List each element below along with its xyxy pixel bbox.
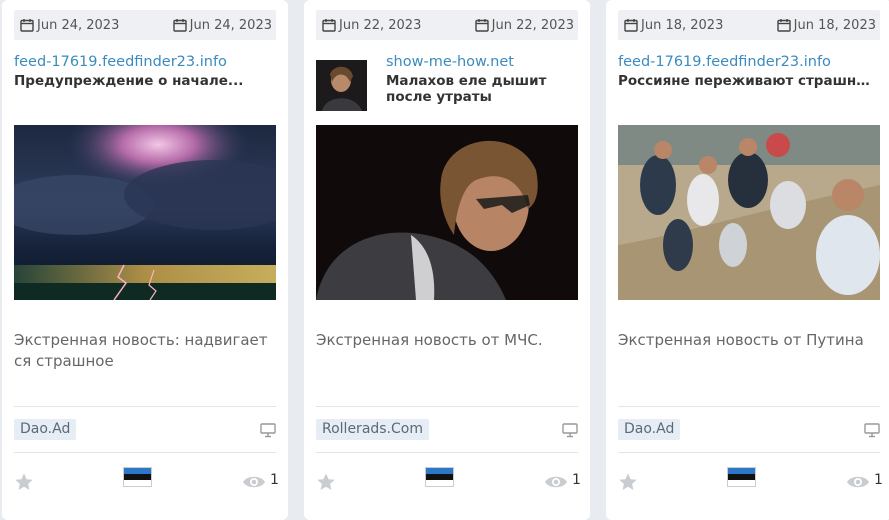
first-seen-date: Jun 18, 2023 xyxy=(624,18,723,33)
last-seen-date: Jun 22, 2023 xyxy=(474,18,574,33)
divider xyxy=(618,452,880,453)
monitor-icon xyxy=(864,423,880,438)
eye-icon xyxy=(847,476,869,488)
ad-description: Экстренная новость: надвигает ся страшно… xyxy=(14,331,268,370)
calendar-icon xyxy=(776,19,791,32)
ad-headline[interactable]: Малахов еле дышит после утраты xyxy=(386,73,566,105)
divider xyxy=(14,452,276,453)
calendar-icon xyxy=(624,19,638,32)
date-bar: Jun 18, 2023 Jun 18, 2023 xyxy=(618,10,880,40)
man-portrait-image[interactable] xyxy=(316,125,578,300)
ad-headline[interactable]: Предупреждение о начале... xyxy=(14,73,274,89)
ad-network-badge[interactable]: Rollerads.Com xyxy=(316,419,430,440)
ad-description: Экстренная новость от Путина xyxy=(618,331,864,349)
last-seen-date: Jun 18, 2023 xyxy=(776,18,876,33)
date-bar: Jun 22, 2023 Jun 22, 2023 xyxy=(316,10,578,40)
calendar-icon xyxy=(474,19,489,32)
storm-lightning-image[interactable] xyxy=(14,125,276,300)
ad-card[interactable]: Jun 22, 2023 Jun 22, 2023 show-me-how.ne… xyxy=(304,0,590,520)
source-link[interactable]: feed-17619.feedfinder23.info xyxy=(14,54,227,70)
estonia-flag-icon xyxy=(727,467,756,487)
star-icon[interactable] xyxy=(618,472,638,492)
estonia-flag-icon xyxy=(123,467,152,487)
last-seen-date: Jun 24, 2023 xyxy=(172,18,272,33)
divider xyxy=(316,406,578,407)
views-count: 1 xyxy=(572,472,581,488)
monitor-icon xyxy=(260,423,276,438)
ad-headline[interactable]: Россияне переживают страшное! xyxy=(618,73,878,89)
ad-network-badge[interactable]: Dao.Ad xyxy=(618,419,681,440)
calendar-icon xyxy=(20,19,34,32)
first-seen-date: Jun 22, 2023 xyxy=(322,18,421,33)
star-icon[interactable] xyxy=(316,472,336,492)
views-count: 1 xyxy=(270,472,279,488)
divider xyxy=(618,406,880,407)
views-count: 1 xyxy=(874,472,883,488)
ad-network-badge[interactable]: Dao.Ad xyxy=(14,419,77,440)
star-icon[interactable] xyxy=(14,472,34,492)
divider xyxy=(316,452,578,453)
source-link[interactable]: show-me-how.net xyxy=(386,54,514,70)
ad-card[interactable]: Jun 18, 2023 Jun 18, 2023 feed-17619.fee… xyxy=(606,0,889,520)
ad-thumbnail[interactable] xyxy=(316,60,367,111)
crowd-image[interactable] xyxy=(618,125,880,300)
date-bar: Jun 24, 2023 Jun 24, 2023 xyxy=(14,10,276,40)
estonia-flag-icon xyxy=(425,467,454,487)
first-seen-date: Jun 24, 2023 xyxy=(20,18,119,33)
divider xyxy=(14,406,276,407)
monitor-icon xyxy=(562,423,578,438)
eye-icon xyxy=(243,476,265,488)
ad-description: Экстренная новость от МЧС. xyxy=(316,331,543,349)
calendar-icon xyxy=(172,19,187,32)
source-link[interactable]: feed-17619.feedfinder23.info xyxy=(618,54,831,70)
ad-card[interactable]: Jun 24, 2023 Jun 24, 2023 feed-17619.fee… xyxy=(2,0,288,520)
eye-icon xyxy=(545,476,567,488)
calendar-icon xyxy=(322,19,336,32)
